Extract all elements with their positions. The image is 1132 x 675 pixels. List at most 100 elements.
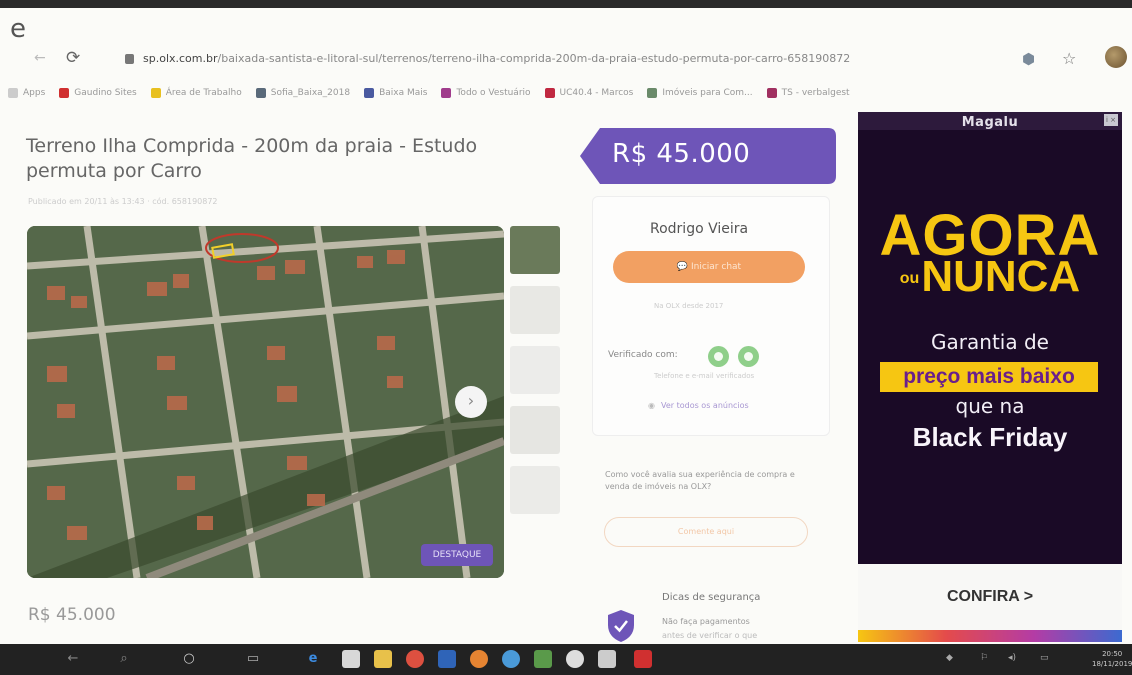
thumbnail-1[interactable] [510, 226, 560, 274]
verified-subtext: Telefone e e-mail verificados [654, 372, 755, 380]
bookmark-label: UC40.4 - Marcos [559, 88, 634, 98]
next-photo-button[interactable]: › [455, 386, 487, 418]
ad-close-icon[interactable]: i × [1104, 114, 1118, 126]
bookmark-label: Área de Trabalho [165, 88, 242, 98]
chat-button[interactable]: 💬 Iniciar chat [613, 251, 805, 283]
bookmark-icon [255, 88, 266, 98]
email-verified-icon [738, 346, 759, 367]
chat-button-label: Iniciar chat [690, 262, 742, 272]
chat-icon: 💬 [676, 262, 691, 272]
taskbar-clock[interactable]: 20:50 18/11/2019 [1092, 649, 1132, 669]
seller-name[interactable]: Rodrigo Vieira [650, 221, 748, 237]
ad-headline-nunca: ouNUNCA [858, 252, 1122, 304]
window-top-strip [0, 0, 1132, 8]
published-info: Publicado em 20/11 às 13:43 · cód. 65819… [28, 197, 218, 206]
photo-thumbnails [510, 226, 560, 526]
bookmark-star-icon[interactable]: ☆ [1062, 49, 1076, 68]
back-arrow-icon[interactable]: ← [34, 50, 46, 66]
profile-avatar[interactable] [1105, 46, 1127, 68]
file-explorer-icon[interactable] [342, 650, 360, 668]
address-bar-row: ← ⟳ sp.olx.com.br/baixada-santista-e-lit… [0, 44, 1132, 78]
firefox-icon[interactable] [470, 650, 488, 668]
thumbnail-5[interactable] [510, 466, 560, 514]
price-value: R$ 45.000 [612, 139, 751, 169]
thumbnail-3[interactable] [510, 346, 560, 394]
search-icon[interactable]: ⌕ [115, 650, 133, 668]
volume-icon[interactable]: ◂) [1008, 653, 1016, 663]
seller-since: Na OLX desde 2017 [654, 302, 724, 310]
edge-icon[interactable]: e [304, 650, 322, 668]
url-field[interactable]: sp.olx.com.br/baixada-santista-e-litoral… [143, 52, 943, 65]
bookmark-item[interactable]: TS - verbalgest [766, 88, 850, 98]
bookmark-label: Todo o Vestuário [456, 88, 531, 98]
thumbnail-2[interactable] [510, 286, 560, 334]
ad-brand-logo: Magalu [961, 115, 1019, 130]
ad-line-black-friday: Black Friday [912, 422, 1068, 452]
listing-photo[interactable] [27, 226, 504, 578]
magalu-ad-banner[interactable]: Magalu i × AGORA ouNUNCA Garantia de pre… [858, 112, 1122, 642]
app-icon-3[interactable] [566, 650, 584, 668]
browser-e-icon: e [10, 14, 26, 44]
safety-tips-text: Não faça pagamentos [662, 617, 750, 626]
bookmark-label: Baixa Mais [379, 88, 428, 98]
bookmark-icon [766, 88, 777, 98]
bookmark-icon [364, 88, 375, 98]
calculator-icon[interactable] [598, 650, 616, 668]
network-icon[interactable]: ◆ [946, 653, 953, 663]
bookmark-item[interactable]: Todo o Vestuário [441, 88, 531, 98]
folder-icon[interactable] [374, 650, 392, 668]
bookmark-icon [8, 88, 18, 98]
thumbnail-4[interactable] [510, 406, 560, 454]
chrome-icon[interactable] [406, 650, 424, 668]
ad-highlight: preço mais baixo [880, 362, 1098, 392]
eye-icon: ◉ [648, 401, 655, 410]
bookmark-item[interactable]: Baixa Mais [364, 88, 427, 98]
word-icon[interactable] [438, 650, 456, 668]
app-icon-2[interactable] [534, 650, 552, 668]
survey-button[interactable]: Comente aqui [604, 517, 808, 547]
bookmark-item[interactable]: Imóveis para Com... [647, 88, 753, 98]
all-ads-link[interactable]: ◉ Ver todos os anúncios [648, 401, 749, 410]
ad-bottom-gradient [858, 630, 1122, 642]
keyboard-icon[interactable]: ▭ [1040, 653, 1049, 663]
listing-title: Terreno Ilha Comprida - 200m da praia - … [26, 135, 478, 182]
ad-cta-button[interactable]: CONFIRA > [858, 564, 1122, 630]
tray-flag-icon[interactable]: ⚐ [980, 653, 988, 663]
all-ads-label: Ver todos os anúncios [660, 401, 749, 410]
bookmarks-bar: Apps Gaudino Sites Área de Trabalho Sofia_B… [0, 82, 1132, 104]
bookmark-label: Gaudino Sites [74, 88, 137, 98]
price-below-photo: R$ 45.000 [28, 605, 116, 625]
bookmark-label: Sofia_Baixa_2018 [270, 88, 351, 98]
bookmark-icon [647, 88, 658, 98]
bookmark-item[interactable]: Gaudino Sites [59, 88, 137, 98]
bookmark-icon [441, 88, 452, 98]
bookmark-item[interactable]: Sofia_Baixa_2018 [255, 88, 351, 98]
survey-question: Como você avalia sua experiência de comp… [605, 470, 795, 491]
task-view-icon[interactable]: ▭ [244, 650, 262, 668]
url-domain: sp.olx.com.br [143, 52, 218, 65]
safety-tips-title: Dicas de segurança [662, 592, 761, 603]
bookmark-item[interactable]: Área de Trabalho [150, 88, 242, 98]
reload-icon[interactable]: ⟳ [66, 48, 80, 68]
back-icon[interactable]: ← [64, 650, 82, 668]
bookmark-label: Apps [23, 88, 46, 98]
bookmark-item[interactable]: UC40.4 - Marcos [544, 88, 634, 98]
shield-icon [608, 610, 634, 642]
bookmark-item[interactable]: Apps [8, 88, 45, 98]
app-icon[interactable] [502, 650, 520, 668]
ad-line-que-na: que na [955, 394, 1025, 418]
cortana-icon[interactable]: ○ [180, 650, 198, 668]
extension-icon[interactable]: ⬢ [1022, 50, 1035, 68]
aerial-map-image [27, 226, 504, 578]
bookmark-icon [59, 88, 70, 98]
verified-label: Verificado com: [608, 350, 678, 360]
app-icon-4[interactable] [634, 650, 652, 668]
ad-line-garantia: Garantia de [931, 330, 1049, 354]
safety-tips-text-2: antes de verificar o que [662, 631, 758, 640]
clock-date: 18/11/2019 [1092, 660, 1132, 668]
phone-verified-icon [708, 346, 729, 367]
url-path: /baixada-santista-e-litoral-sul/terrenos… [217, 52, 851, 65]
windows-taskbar: ← ⌕ ○ ▭ e ◆ ⚐ ◂) ▭ 20:50 18/11/2019 [0, 644, 1132, 675]
destaque-badge: DESTAQUE [421, 544, 493, 566]
ad-headline-ou: ou [899, 270, 920, 288]
